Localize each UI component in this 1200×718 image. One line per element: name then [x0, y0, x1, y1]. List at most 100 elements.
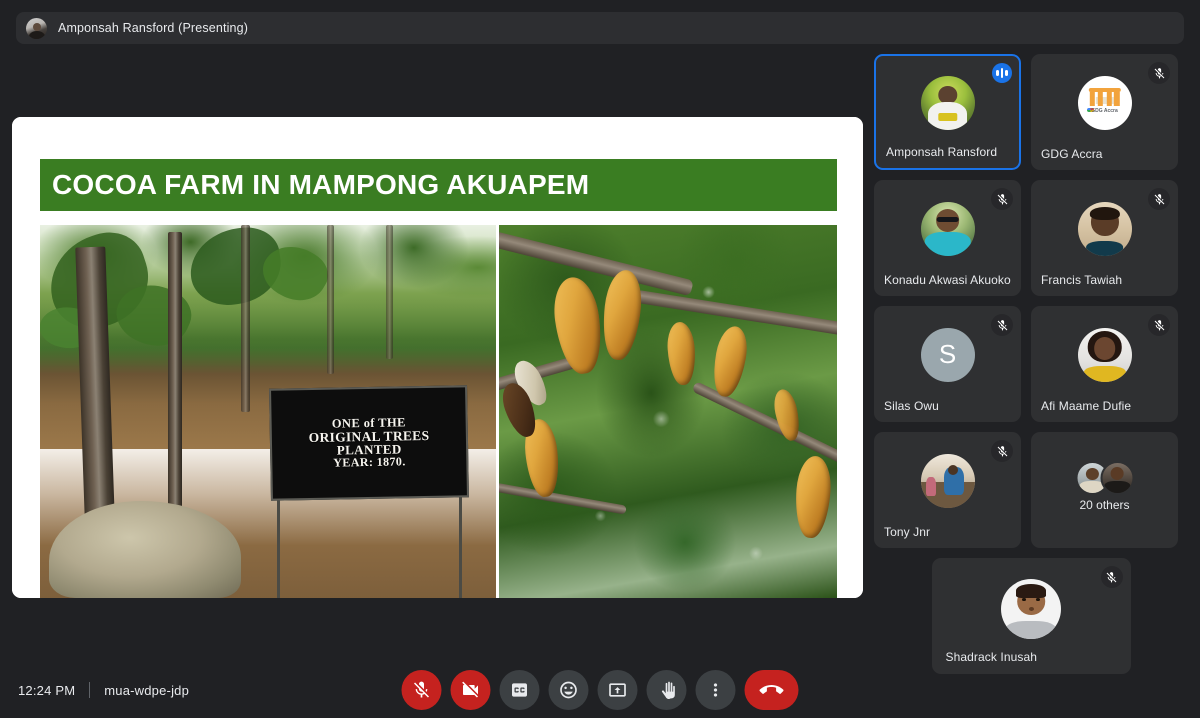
tree-branch [498, 481, 628, 515]
mic-off-icon [414, 681, 429, 698]
mic-off-icon [991, 188, 1013, 210]
meeting-info: 12:24 PM mua-wdpe-jdp [18, 682, 189, 698]
participant-name: GDG Accra [1041, 147, 1103, 161]
others-avatar-group [1075, 461, 1134, 496]
participant-name: Tony Jnr [884, 525, 931, 539]
heritage-plaque: ONE of THE ORIGINAL TREES PLANTED YEAR: … [269, 385, 470, 501]
speaking-indicator-icon [992, 63, 1012, 83]
tile-row: Shadrack Inusah [874, 558, 1188, 674]
slide-title: COCOA FARM IN MAMPONG AKUAPEM [52, 169, 590, 200]
cocoa-pod [770, 387, 804, 444]
avatar [920, 76, 975, 131]
participant-tile-silas-owu[interactable]: S Silas Owu [874, 306, 1021, 422]
slide-title-band: COCOA FARM IN MAMPONG AKUAPEM [40, 159, 837, 211]
participant-tile-afi-maame-dufie[interactable]: Afi Maame Dufie [1031, 306, 1178, 422]
cocoa-pods-scene [498, 225, 837, 598]
tile-row: Konadu Akwasi Akuoko Francis Tawiah [874, 180, 1188, 296]
tree-trunk [240, 225, 250, 412]
avatar [1100, 461, 1134, 496]
presenter-label: Amponsah Ransford (Presenting) [58, 21, 249, 35]
avatar [1001, 579, 1061, 640]
more-options-button[interactable] [695, 670, 736, 710]
mic-off-icon [1100, 566, 1123, 588]
divider [89, 682, 91, 698]
farm-scene: ONE of THE ORIGINAL TREES PLANTED YEAR: … [40, 225, 496, 598]
participant-rail: Amponsah Ransford GDG Accra GDG Accra Ko… [874, 54, 1188, 684]
tile-row: S Silas Owu Afi Maame Dufie [874, 306, 1188, 422]
plaque-line: YEAR: 1870. [333, 455, 407, 471]
tree-trunk [167, 232, 183, 539]
mic-off-icon [1148, 188, 1170, 210]
others-count-label: 20 others [1079, 498, 1130, 512]
cocoa-farm-plaque-photo: ONE of THE ORIGINAL TREES PLANTED YEAR: … [40, 225, 496, 598]
plaque-leg [277, 493, 281, 598]
closed-caption-icon [512, 683, 527, 697]
google-meet-window: Amponsah Ransford (Presenting) COCOA FAR… [0, 0, 1200, 718]
microphone-off-button[interactable] [401, 670, 442, 710]
cocoa-pods-photo [498, 225, 837, 598]
cocoa-pod [793, 455, 834, 540]
more-vertical-icon [713, 683, 718, 697]
cocoa-pod-dark [498, 378, 542, 441]
cocoa-flower-pod [509, 356, 553, 411]
emoji-icon [560, 681, 577, 699]
cocoa-pod [549, 274, 607, 377]
present-screen-button[interactable] [597, 670, 638, 710]
end-call-button[interactable] [744, 670, 799, 710]
avatar-initial: S [920, 327, 975, 382]
avatar [920, 453, 975, 508]
present-icon [609, 683, 626, 697]
tree-trunk [327, 225, 335, 375]
tile-row: Tony Jnr 20 others [874, 432, 1188, 548]
participant-name: Amponsah Ransford [886, 145, 998, 159]
tree-branch [691, 380, 837, 469]
rock-base [49, 501, 241, 598]
cocoa-pod [521, 417, 563, 499]
meeting-code: mua-wdpe-jdp [104, 682, 190, 698]
avatar [1077, 327, 1132, 382]
participant-tile-tony-jnr[interactable]: Tony Jnr [874, 432, 1021, 548]
avatar [920, 201, 975, 256]
bottom-toolbar: 12:24 PM mua-wdpe-jdp [0, 662, 1200, 718]
mic-off-icon [991, 314, 1013, 336]
tree-branch [498, 351, 593, 395]
participant-name: Konadu Akwasi Akuoko [884, 273, 1011, 287]
participant-name: Silas Owu [884, 399, 939, 413]
tile-row: Amponsah Ransford GDG Accra GDG Accra [874, 54, 1188, 170]
slide-photo-row: ONE of THE ORIGINAL TREES PLANTED YEAR: … [40, 225, 837, 598]
tree-trunk [386, 225, 393, 360]
participant-tile-gdg-accra[interactable]: GDG Accra GDG Accra [1031, 54, 1178, 170]
mic-off-icon [1148, 314, 1170, 336]
tree-branch [498, 229, 694, 296]
captions-button[interactable] [499, 670, 540, 710]
raise-hand-icon [661, 681, 675, 699]
avatar [1077, 201, 1132, 256]
emoji-reactions-button[interactable] [548, 670, 589, 710]
shared-screen-area[interactable]: COCOA FARM IN MAMPONG AKUAPEM ONE of THE… [12, 117, 863, 598]
tree-branch [634, 289, 837, 338]
mic-off-icon [1148, 62, 1170, 84]
end-call-icon [759, 685, 784, 694]
participant-name: Francis Tawiah [1041, 273, 1123, 287]
participant-tile-others[interactable]: 20 others [1031, 432, 1178, 548]
mic-off-icon [991, 440, 1013, 462]
plaque-leg [459, 493, 463, 598]
meeting-time: 12:24 PM [18, 682, 76, 698]
camera-off-button[interactable] [450, 670, 491, 710]
presenter-avatar [26, 17, 47, 39]
participant-tile-shadrack-inusah[interactable]: Shadrack Inusah [931, 558, 1131, 674]
cocoa-pod [599, 268, 644, 361]
cocoa-pod [709, 323, 752, 399]
participant-tile-amponsah-ransford[interactable]: Amponsah Ransford [874, 54, 1021, 170]
cocoa-pod [665, 321, 698, 387]
raise-hand-button[interactable] [646, 670, 687, 710]
participant-tile-francis-tawiah[interactable]: Francis Tawiah [1031, 180, 1178, 296]
camera-off-icon [462, 681, 478, 698]
avatar-initial-letter: S [938, 339, 957, 370]
presenter-banner: Amponsah Ransford (Presenting) [16, 12, 1184, 44]
avatar: GDG Accra [1077, 75, 1132, 130]
presentation-slide: COCOA FARM IN MAMPONG AKUAPEM ONE of THE… [12, 117, 863, 598]
participant-tile-konadu-akwasi-akuoko[interactable]: Konadu Akwasi Akuoko [874, 180, 1021, 296]
participant-name: Afi Maame Dufie [1041, 399, 1132, 413]
call-controls [401, 670, 799, 710]
